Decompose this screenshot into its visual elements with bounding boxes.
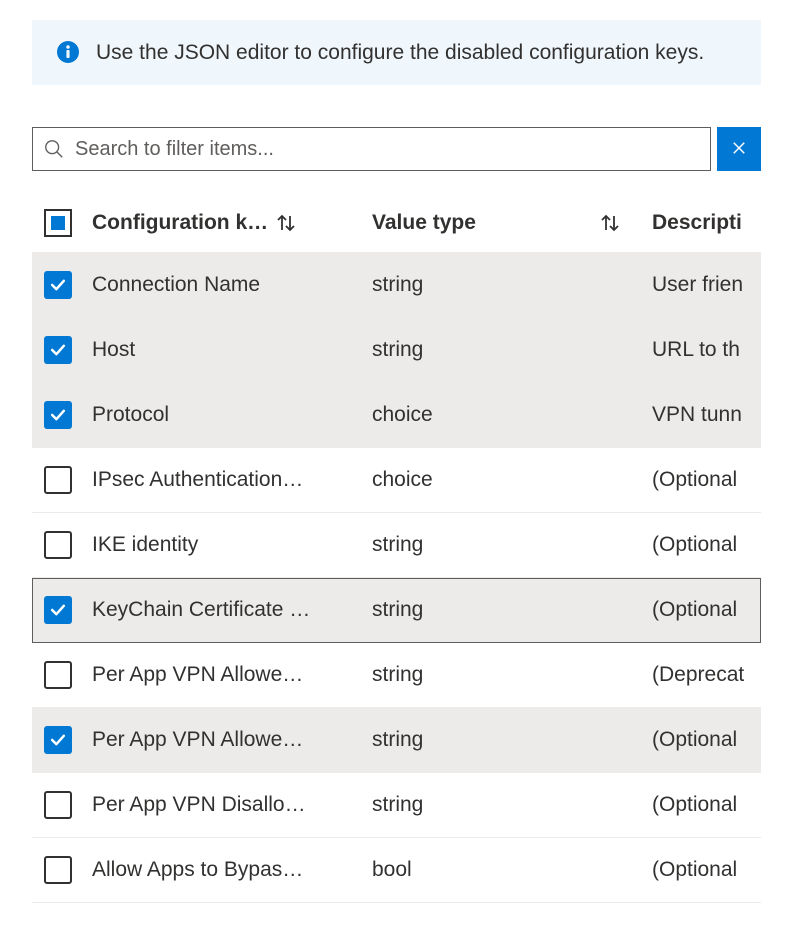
search-input[interactable] (73, 137, 700, 162)
info-banner: Use the JSON editor to configure the dis… (32, 20, 761, 85)
cell-description: User frien (652, 273, 761, 297)
info-icon (56, 40, 80, 64)
row-checkbox[interactable] (44, 336, 72, 364)
cell-config-key: Connection Name (92, 273, 372, 297)
clear-search-button[interactable] (717, 127, 761, 171)
cell-config-key: IPsec Authentication… (92, 468, 372, 492)
cell-description: (Optional (652, 793, 761, 817)
column-header-label: Value type (372, 211, 476, 235)
table-row[interactable]: IPsec Authentication…choice(Optional (32, 448, 761, 513)
cell-config-key: Allow Apps to Bypas… (92, 858, 372, 882)
cell-value-type: string (372, 338, 652, 362)
column-header-description[interactable]: Descripti (652, 211, 761, 235)
sort-icon (598, 211, 622, 235)
table-row[interactable]: Per App VPN Allowe…string(Optional (32, 708, 761, 773)
table-row[interactable]: Per App VPN Disallo…string(Optional (32, 773, 761, 838)
search-row (32, 127, 761, 171)
row-checkbox[interactable] (44, 596, 72, 624)
cell-description: (Optional (652, 598, 761, 622)
column-header-label: Descripti (652, 211, 742, 234)
close-icon (730, 139, 748, 160)
cell-config-key: IKE identity (92, 533, 372, 557)
table-row[interactable]: KeyChain Certificate …string(Optional (32, 578, 761, 643)
sort-icon (274, 211, 298, 235)
row-checkbox[interactable] (44, 856, 72, 884)
row-checkbox[interactable] (44, 401, 72, 429)
cell-description: (Optional (652, 728, 761, 752)
cell-value-type: bool (372, 858, 652, 882)
select-all-checkbox[interactable] (44, 209, 72, 237)
row-checkbox[interactable] (44, 531, 72, 559)
cell-config-key: Per App VPN Disallo… (92, 793, 372, 817)
cell-config-key: Host (92, 338, 372, 362)
cell-value-type: string (372, 598, 652, 622)
cell-description: (Optional (652, 533, 761, 557)
row-checkbox[interactable] (44, 726, 72, 754)
cell-value-type: choice (372, 468, 652, 492)
cell-description: (Optional (652, 468, 761, 492)
cell-config-key: KeyChain Certificate … (92, 598, 372, 622)
config-table: Configuration k… Value type Descripti Co… (32, 193, 761, 903)
table-row[interactable]: Allow Apps to Bypas…bool(Optional (32, 838, 761, 903)
table-row[interactable]: Connection NamestringUser frien (32, 253, 761, 318)
cell-config-key: Per App VPN Allowe… (92, 728, 372, 752)
cell-config-key: Protocol (92, 403, 372, 427)
row-checkbox[interactable] (44, 271, 72, 299)
cell-description: URL to th (652, 338, 761, 362)
table-row[interactable]: HoststringURL to th (32, 318, 761, 383)
table-row[interactable]: Per App VPN Allowe…string(Deprecat (32, 643, 761, 708)
checkbox-indeterminate-icon (51, 216, 65, 230)
search-icon (43, 138, 65, 160)
search-box[interactable] (32, 127, 711, 171)
column-header-value-type[interactable]: Value type (372, 211, 652, 235)
table-header: Configuration k… Value type Descripti (32, 193, 761, 253)
cell-value-type: string (372, 793, 652, 817)
cell-config-key: Per App VPN Allowe… (92, 663, 372, 687)
column-header-config-key[interactable]: Configuration k… (92, 211, 372, 235)
row-checkbox[interactable] (44, 466, 72, 494)
cell-description: (Optional (652, 858, 761, 882)
row-checkbox[interactable] (44, 791, 72, 819)
row-checkbox[interactable] (44, 661, 72, 689)
cell-value-type: string (372, 663, 652, 687)
table-row[interactable]: IKE identitystring(Optional (32, 513, 761, 578)
cell-value-type: string (372, 728, 652, 752)
cell-description: (Deprecat (652, 663, 761, 687)
info-banner-text: Use the JSON editor to configure the dis… (96, 38, 704, 67)
cell-value-type: string (372, 533, 652, 557)
column-header-label: Configuration k… (92, 211, 268, 235)
cell-description: VPN tunn (652, 403, 761, 427)
table-row[interactable]: ProtocolchoiceVPN tunn (32, 383, 761, 448)
cell-value-type: string (372, 273, 652, 297)
cell-value-type: choice (372, 403, 652, 427)
